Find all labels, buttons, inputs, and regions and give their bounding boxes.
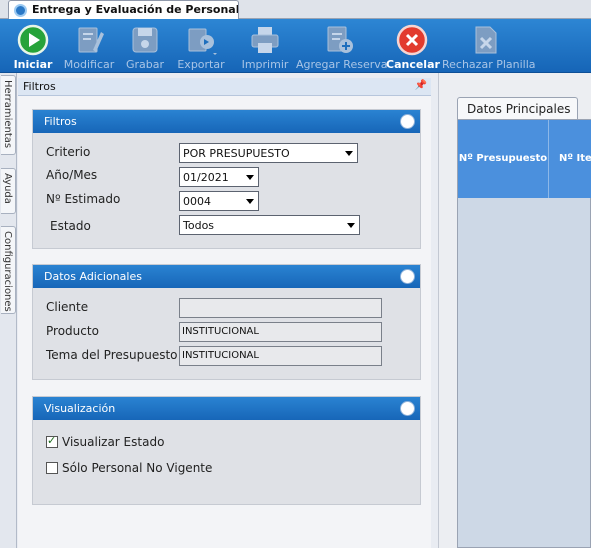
tema-presupuesto-label: Tema del Presupuesto [46,348,178,362]
iniciar-label: Iniciar [13,58,53,71]
side-tab-ayuda[interactable]: Ayuda [1,168,16,214]
criterio-label: Criterio [46,145,91,159]
visualizacion-group-title: Visualización [44,402,116,415]
edit-icon [78,27,104,53]
rechazar-planilla-label: Rechazar Planilla [442,58,536,71]
app-icon [14,4,27,17]
side-tab-ayuda-label: Ayuda [2,173,13,204]
imprimir-label: Imprimir [241,58,289,71]
cliente-label: Cliente [46,300,89,314]
chevron-down-icon [345,151,353,156]
datos-adicionales-group-header: Datos Adicionales [33,265,420,288]
estimado-select[interactable]: 0004 [179,191,259,211]
chevron-down-icon [246,199,254,204]
document-tab-title: Entrega y Evaluación de Personal ... [32,3,239,16]
exportar-button[interactable]: Exportar [172,19,230,73]
producto-field[interactable]: INSTITUCIONAL [179,322,382,342]
producto-label: Producto [46,324,99,338]
iniciar-button[interactable]: Iniciar [4,19,62,73]
agregar-reserva-button[interactable]: Agregar Reserva [296,19,388,73]
estado-value: Todos [183,219,215,232]
modificar-label: Modificar [63,58,115,71]
print-icon [251,27,279,53]
tab-datos-principales-label: Datos Principales [467,102,571,116]
save-icon [132,27,158,53]
imprimir-button[interactable]: Imprimir [236,19,294,73]
results-grid: Nº Presupuesto Nº Item [457,119,591,548]
side-tab-strip: Herramientas Ayuda Configuraciones [0,73,17,548]
agregar-reserva-label: Agregar Reserva [296,58,388,71]
datos-adicionales-group-title: Datos Adicionales [44,270,142,283]
collapse-datos-adicionales-icon[interactable] [400,269,415,284]
filter-panel-title: Filtros [23,80,56,93]
grabar-label: Grabar [125,58,165,71]
tab-datos-principales[interactable]: Datos Principales [457,97,578,120]
anio-mes-label: Año/Mes [46,168,98,182]
filter-panel-header: Filtros 📌 [18,78,431,96]
filtros-group-title: Filtros [44,115,77,128]
side-tab-configuraciones[interactable]: Configuraciones [1,226,16,314]
estado-label: Estado [50,219,91,233]
grid-header-row: Nº Presupuesto Nº Item [458,120,591,198]
criterio-select[interactable]: POR PRESUPUESTO [179,143,358,163]
chevron-down-icon [347,223,355,228]
column-header-item[interactable]: Nº Item [549,120,591,198]
grabar-button[interactable]: Grabar [120,19,170,73]
collapse-filtros-icon[interactable] [400,114,415,129]
document-tab[interactable]: Entrega y Evaluación de Personal ... [8,0,239,19]
cliente-field[interactable] [179,298,382,318]
anio-mes-select[interactable]: 01/2021 [179,167,259,187]
collapse-visualizacion-icon[interactable] [400,401,415,416]
datos-adicionales-group: Datos Adicionales Cliente Producto INSTI… [32,264,421,380]
modificar-button[interactable]: Modificar [62,19,116,73]
checkbox-checked-icon[interactable] [46,434,58,448]
estado-select[interactable]: Todos [179,215,360,235]
exportar-label: Exportar [177,58,225,71]
estimado-value: 0004 [183,195,211,208]
chevron-down-icon [246,175,254,180]
visualizar-estado-label: Visualizar Estado [62,435,165,449]
visualizacion-group: Visualización Visualizar Estado Sólo Per… [32,396,421,505]
play-icon [17,24,49,56]
estimado-label: Nº Estimado [46,192,121,206]
side-tab-herramientas-label: Herramientas [2,80,13,149]
filtros-group-header: Filtros [33,110,420,133]
filtros-group: Filtros Criterio POR PRESUPUESTO Año/Mes… [32,109,421,249]
cancel-icon [396,24,428,56]
side-tab-configuraciones-label: Configuraciones [2,231,13,312]
export-icon [188,28,217,55]
reject-sheet-icon [475,26,497,54]
main-toolbar: Iniciar Modificar Grabar Exportar Imprim… [0,19,591,73]
anio-mes-value: 01/2021 [183,171,229,184]
cancelar-button[interactable]: Cancelar [386,19,440,73]
side-tab-herramientas[interactable]: Herramientas [1,75,16,155]
document-tab-bar: Entrega y Evaluación de Personal ... [0,0,591,19]
solo-personal-label: Sólo Personal No Vigente [62,461,213,475]
visualizar-estado-checkbox[interactable]: Visualizar Estado [46,434,165,449]
checkbox-unchecked-icon[interactable] [46,462,58,474]
rechazar-planilla-button[interactable]: Rechazar Planilla [442,19,536,73]
tema-presupuesto-field[interactable]: INSTITUCIONAL [179,346,382,366]
cancelar-label: Cancelar [386,58,440,71]
pin-icon[interactable]: 📌 [415,80,427,91]
add-reserve-icon [327,26,353,53]
criterio-value: POR PRESUPUESTO [183,147,290,160]
visualizacion-group-header: Visualización [33,397,420,420]
solo-personal-checkbox[interactable]: Sólo Personal No Vigente [46,461,212,475]
column-header-presupuesto[interactable]: Nº Presupuesto [458,120,549,198]
